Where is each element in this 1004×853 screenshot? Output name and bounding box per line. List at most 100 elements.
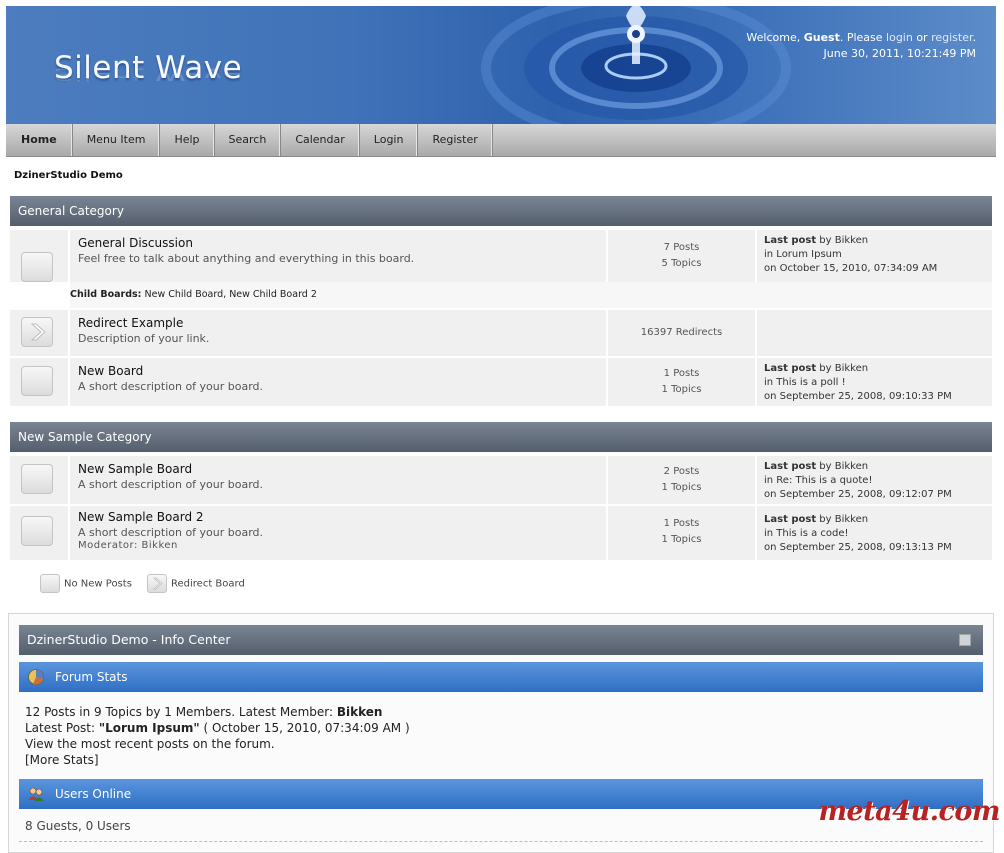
forum-stats-header: Forum Stats: [19, 662, 983, 692]
board-icon-cell: [10, 310, 68, 356]
in-text: in: [764, 249, 777, 260]
post-count: 1 Posts: [663, 518, 700, 529]
topic-count: 1 Topics: [661, 384, 702, 395]
collapse-icon[interactable]: [959, 634, 971, 646]
users-icon: [28, 787, 44, 801]
child-boards-row: Child Boards: New Child Board, New Child…: [70, 282, 992, 308]
child-boards-label: Child Boards:: [70, 289, 142, 300]
last-post-info-empty: [757, 310, 992, 356]
last-post-author[interactable]: Bikken: [835, 363, 868, 374]
last-post-date: on October 15, 2010, 07:34:09 AM: [764, 263, 938, 274]
water-ripple-graphic: [481, 6, 791, 124]
current-datetime: June 30, 2011, 10:21:49 PM: [823, 47, 976, 60]
category-header-new-sample[interactable]: New Sample Category: [10, 422, 992, 452]
redirect-arrow-icon: [147, 574, 167, 593]
info-center-title: DzinerStudio Demo - Info Center: [27, 632, 231, 647]
last-post-author[interactable]: Bikken: [835, 461, 868, 472]
no-new-posts-icon: [21, 464, 53, 494]
menu-login[interactable]: Login: [360, 124, 419, 156]
by-text: by: [816, 363, 835, 374]
latest-member-link[interactable]: Bikken: [337, 705, 383, 719]
in-text: in: [764, 475, 777, 486]
period-text: .: [972, 31, 977, 44]
board-info: General Discussion Feel free to talk abo…: [70, 230, 606, 282]
last-post-date: on September 25, 2008, 09:10:33 PM: [764, 391, 952, 402]
info-center-header: DzinerStudio Demo - Info Center: [19, 625, 983, 655]
board-info: Redirect Example Description of your lin…: [70, 310, 606, 356]
board-title[interactable]: General Discussion: [78, 236, 598, 250]
last-post-date: on September 25, 2008, 09:12:07 PM: [764, 489, 952, 500]
no-new-posts-icon: [21, 516, 53, 546]
board-stats: 1 Posts 1 Topics: [608, 506, 755, 560]
users-online-title: Users Online: [55, 787, 132, 801]
breadcrumb[interactable]: DzinerStudio Demo: [14, 170, 123, 181]
topic-count: 1 Topics: [661, 534, 702, 545]
welcome-prefix: Welcome,: [746, 31, 804, 44]
register-link[interactable]: register: [931, 31, 972, 44]
board-title[interactable]: New Sample Board 2: [78, 510, 598, 524]
menu-help[interactable]: Help: [160, 124, 215, 156]
welcome-box: Welcome, Guest. Please login or register…: [746, 30, 976, 62]
last-post-topic[interactable]: Lorum Ipsum: [776, 249, 841, 260]
menu-home[interactable]: Home: [6, 124, 73, 156]
board-stats: 1 Posts 1 Topics: [608, 358, 755, 406]
login-link[interactable]: login: [886, 31, 913, 44]
no-new-posts-icon: [40, 574, 60, 593]
stats-summary: 12 Posts in 9 Topics by 1 Members. Lates…: [25, 705, 337, 719]
legend-redirect-board: Redirect Board: [147, 574, 245, 593]
last-post-label: Last post: [764, 235, 817, 246]
child-boards-links[interactable]: New Child Board, New Child Board 2: [141, 289, 317, 300]
last-post-topic[interactable]: This is a code!: [776, 528, 848, 539]
legend-no-new-label: No New Posts: [64, 578, 132, 590]
board-title[interactable]: Redirect Example: [78, 316, 598, 330]
more-stats-link[interactable]: [More Stats]: [25, 752, 410, 768]
board-moderator[interactable]: Moderator: Bikken: [78, 540, 598, 551]
pie-chart-icon: [28, 669, 44, 685]
or-text: or: [912, 31, 932, 44]
last-post-topic[interactable]: This is a poll !: [776, 377, 845, 388]
last-post-info: Last post by Bikken in Lorum Ipsum on Oc…: [757, 230, 992, 282]
board-icon-cell: [10, 230, 68, 282]
last-post-label: Last post: [764, 363, 817, 374]
no-new-posts-icon: [21, 252, 53, 282]
board-row-new-sample-board: New Sample Board A short description of …: [10, 456, 992, 504]
board-description: Description of your link.: [78, 332, 210, 345]
board-icon-cell: [10, 456, 68, 504]
site-header: Silent Wave Silent Wave Welcome, Guest. …: [6, 6, 996, 124]
board-info: New Sample Board A short description of …: [70, 456, 606, 504]
forum-stats-body: 12 Posts in 9 Topics by 1 Members. Lates…: [25, 704, 410, 768]
last-post-topic[interactable]: Re: This is a quote!: [776, 475, 872, 486]
menu-menu-item[interactable]: Menu Item: [73, 124, 161, 156]
board-info: New Sample Board 2 A short description o…: [70, 506, 606, 560]
no-new-posts-icon: [21, 366, 53, 396]
board-title[interactable]: New Sample Board: [78, 462, 598, 476]
post-count: 2 Posts: [663, 466, 700, 477]
board-row-general-discussion: General Discussion Feel free to talk abo…: [10, 230, 992, 282]
legend-no-new-posts: No New Posts: [40, 574, 132, 593]
last-post-label: Last post: [764, 514, 817, 525]
board-row-new-board: New Board A short description of your bo…: [10, 358, 992, 406]
last-post-author[interactable]: Bikken: [835, 235, 868, 246]
board-info: New Board A short description of your bo…: [70, 358, 606, 406]
main-menu: Home Menu Item Help Search Calendar Logi…: [6, 124, 996, 157]
by-text: by: [816, 235, 835, 246]
divider: [19, 841, 983, 842]
recent-posts-link[interactable]: View the most recent posts on the forum.: [25, 736, 410, 752]
site-logo-reflection: Silent Wave: [54, 64, 243, 84]
menu-register[interactable]: Register: [418, 124, 493, 156]
menu-calendar[interactable]: Calendar: [281, 124, 360, 156]
legend-redirect-label: Redirect Board: [171, 578, 245, 590]
board-description: Feel free to talk about anything and eve…: [78, 252, 415, 265]
category-header-general[interactable]: General Category: [10, 196, 992, 226]
redirect-count: 16397 Redirects: [608, 310, 755, 356]
by-text: by: [816, 514, 835, 525]
latest-post-link[interactable]: "Lorum Ipsum": [99, 721, 200, 735]
board-description: A short description of your board.: [78, 380, 264, 393]
board-title[interactable]: New Board: [78, 364, 598, 378]
topic-count: 5 Topics: [661, 258, 702, 269]
in-text: in: [764, 377, 777, 388]
please-text: . Please: [839, 31, 887, 44]
last-post-author[interactable]: Bikken: [835, 514, 868, 525]
board-description: A short description of your board.: [78, 478, 264, 491]
menu-search[interactable]: Search: [215, 124, 282, 156]
